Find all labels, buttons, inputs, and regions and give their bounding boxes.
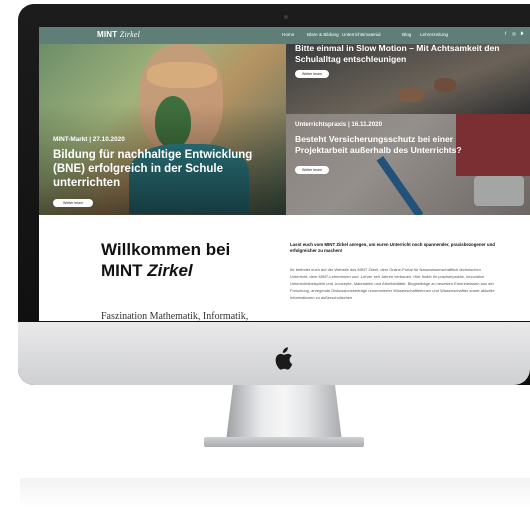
hero-left-card[interactable]: MINT-Markt | 27.10.2020 Bildung für nach… xyxy=(39,44,286,215)
welcome-title-line1: Willkommen bei xyxy=(101,240,231,259)
imac-stand xyxy=(226,385,342,441)
welcome-subtitle: Faszination Mathematik, Informatik, xyxy=(101,311,249,321)
hero-left-headline[interactable]: Bildung für nachhaltige Entwicklung (BNE… xyxy=(53,148,283,190)
hero-photo-glasses xyxy=(147,62,217,88)
nav-home[interactable]: Home xyxy=(282,32,294,37)
floor-reflection xyxy=(20,478,530,508)
logo-italic: Zirkel xyxy=(119,30,141,39)
hero-right-bottom-read-more-button[interactable]: Weiter lesen xyxy=(295,166,329,174)
website-screen: MINT Zirkel Home Blare & Bildung Unterri… xyxy=(39,27,530,321)
hero-right-top-read-more-button[interactable]: Weiter lesen xyxy=(295,70,329,78)
hero-right-bottom-headline[interactable]: Besteht Versicherungsschutz bei einer Pr… xyxy=(295,134,495,156)
logo-main: MINT xyxy=(97,30,118,39)
hero-left-read-more-button[interactable]: Weiter lesen xyxy=(53,199,93,207)
nav-unterrichtsmaterial[interactable]: Unterrichtsmaterial xyxy=(342,32,381,37)
instagram-icon[interactable]: ◎ xyxy=(512,32,516,37)
hero-right-bottom-card[interactable]: Unterrichtspraxis | 16.11.2020 Besteht V… xyxy=(286,114,530,215)
site-navbar: MINT Zirkel Home Blare & Bildung Unterri… xyxy=(39,27,530,44)
apple-logo-icon xyxy=(275,347,293,370)
camera-icon xyxy=(284,15,288,19)
facebook-icon[interactable]: f xyxy=(505,32,506,37)
welcome-title-mint: MINT xyxy=(101,261,143,280)
nav-blog[interactable]: Blog xyxy=(402,32,411,37)
welcome-lead: Lasst euch vom MINT Zirkel anregen, um e… xyxy=(290,242,495,254)
welcome-body: Ihr befindet euch auf der Website des MI… xyxy=(290,267,495,301)
hero-photo-shoe xyxy=(398,88,424,102)
welcome-title: Willkommen bei MINT Zirkel xyxy=(101,239,230,281)
twitter-icon[interactable]: ❥ xyxy=(520,32,524,37)
imac-stand-base xyxy=(204,437,364,447)
hero-left-kicker: MINT-Markt | 27.10.2020 xyxy=(53,136,125,143)
hero-right-top-headline[interactable]: Bitte einmal in Slow Motion – Mit Achtsa… xyxy=(295,44,525,65)
site-logo[interactable]: MINT Zirkel xyxy=(97,30,140,39)
hero-overlay xyxy=(286,114,530,215)
nav-lehrerzeitung[interactable]: Lehrerzeitung xyxy=(420,32,448,37)
nav-blare-bildung[interactable]: Blare & Bildung xyxy=(307,32,339,37)
welcome-title-zirkel: Zirkel xyxy=(147,261,193,280)
welcome-title-line2: MINT Zirkel xyxy=(101,260,230,281)
hero-photo-shoe xyxy=(434,78,456,92)
welcome-section: Willkommen bei MINT Zirkel Faszination M… xyxy=(39,215,530,321)
hero-right-top-card[interactable]: Bitte einmal in Slow Motion – Mit Achtsa… xyxy=(286,44,530,114)
hero-right-bottom-kicker: Unterrichtspraxis | 16.11.2020 xyxy=(295,121,383,128)
